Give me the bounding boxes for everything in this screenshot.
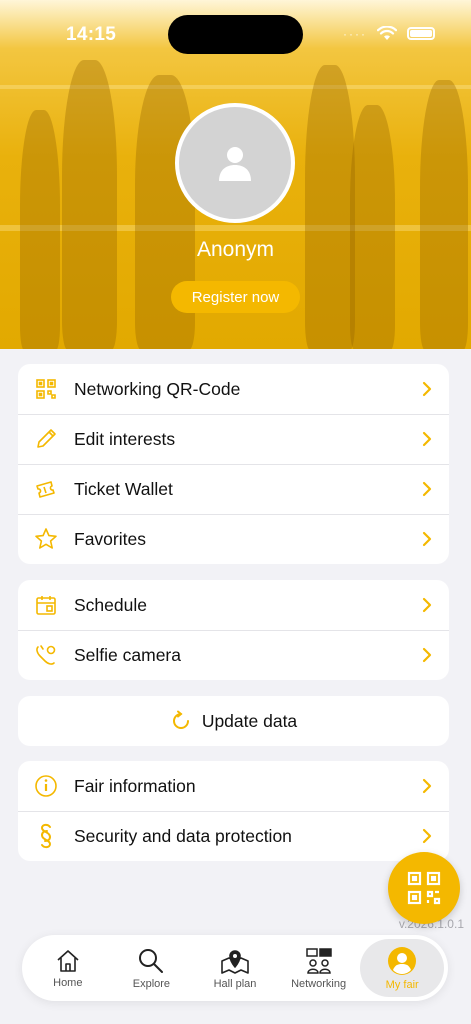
battery-icon bbox=[407, 27, 435, 40]
calendar-icon bbox=[36, 596, 56, 615]
menu-group-info: Fair information Security and data prote… bbox=[18, 761, 449, 861]
menu-item-security-data-protection[interactable]: Security and data protection bbox=[18, 811, 449, 861]
tab-hall-plan[interactable]: Hall plan bbox=[193, 939, 277, 997]
selfie-camera-icon bbox=[36, 645, 56, 665]
avatar[interactable] bbox=[175, 103, 295, 223]
menu-item-ticket-wallet[interactable]: Ticket Wallet bbox=[18, 464, 449, 514]
profile-name: Anonym bbox=[196, 238, 275, 261]
paragraph-icon bbox=[40, 823, 52, 849]
chevron-right-icon bbox=[422, 481, 432, 497]
chevron-right-icon bbox=[422, 778, 432, 794]
refresh-icon bbox=[172, 710, 189, 729]
menu-item-label: Selfie camera bbox=[74, 644, 181, 665]
bottom-tab-bar: Home Explore Hall plan Networking My fai… bbox=[22, 935, 448, 1001]
tab-label: Hall plan bbox=[213, 977, 257, 990]
menu-item-selfie-camera[interactable]: Selfie camera bbox=[18, 630, 449, 680]
menu-item-label: Fair information bbox=[74, 775, 196, 796]
chevron-right-icon bbox=[422, 647, 432, 663]
status-bar: 14:15 ···· bbox=[0, 0, 471, 70]
home-icon bbox=[57, 949, 79, 972]
networking-icon bbox=[305, 947, 332, 974]
menu-item-schedule[interactable]: Schedule bbox=[18, 580, 449, 630]
register-now-button[interactable]: Register now bbox=[171, 281, 300, 313]
tab-home[interactable]: Home bbox=[26, 939, 110, 997]
tab-my-fair[interactable]: My fair bbox=[360, 939, 444, 997]
menu-item-label: Schedule bbox=[74, 594, 147, 615]
tab-label: Home bbox=[53, 976, 83, 989]
chevron-right-icon bbox=[422, 597, 432, 613]
menu-group-networking: Networking QR-Code Edit interests Ticket… bbox=[18, 364, 449, 564]
ticket-icon bbox=[36, 481, 55, 498]
tab-label: Explore bbox=[132, 977, 171, 990]
menu-item-favorites[interactable]: Favorites bbox=[18, 514, 449, 564]
pencil-icon bbox=[37, 429, 56, 448]
menu-item-edit-interests[interactable]: Edit interests bbox=[18, 414, 449, 464]
menu-item-label: Ticket Wallet bbox=[74, 478, 173, 499]
update-data-label: Update data bbox=[201, 710, 298, 731]
qr-code-icon bbox=[36, 379, 56, 399]
qr-code-icon bbox=[407, 871, 441, 905]
qr-scan-fab[interactable] bbox=[388, 852, 460, 924]
tab-explore[interactable]: Explore bbox=[110, 939, 194, 997]
map-icon bbox=[221, 949, 249, 974]
menu-item-networking-qr-code[interactable]: Networking QR-Code bbox=[18, 364, 449, 414]
chevron-right-icon bbox=[422, 381, 432, 397]
chevron-right-icon bbox=[422, 828, 432, 844]
dynamic-island bbox=[168, 15, 303, 54]
user-icon bbox=[388, 946, 417, 975]
search-icon bbox=[139, 948, 164, 973]
menu-item-fair-information[interactable]: Fair information bbox=[18, 761, 449, 811]
cellular-signal-icon: ···· bbox=[343, 26, 367, 41]
status-time: 14:15 bbox=[66, 24, 117, 45]
menu-item-label: Edit interests bbox=[74, 428, 176, 449]
update-data-button[interactable]: Update data bbox=[18, 696, 449, 746]
tab-networking[interactable]: Networking bbox=[277, 939, 361, 997]
person-placeholder-icon bbox=[219, 147, 251, 181]
tab-label: Networking bbox=[291, 977, 347, 990]
chevron-right-icon bbox=[422, 431, 432, 447]
menu-group-update: Update data bbox=[18, 696, 449, 746]
wifi-icon bbox=[377, 26, 397, 40]
info-icon bbox=[35, 775, 57, 797]
menu-group-tools: Schedule Selfie camera bbox=[18, 580, 449, 680]
menu-item-label: Security and data protection bbox=[74, 825, 292, 846]
menu-item-label: Networking QR-Code bbox=[74, 378, 241, 399]
star-icon bbox=[35, 528, 57, 549]
chevron-right-icon bbox=[422, 531, 432, 547]
menu-item-label: Favorites bbox=[74, 528, 146, 549]
tab-label: My fair bbox=[385, 978, 419, 991]
